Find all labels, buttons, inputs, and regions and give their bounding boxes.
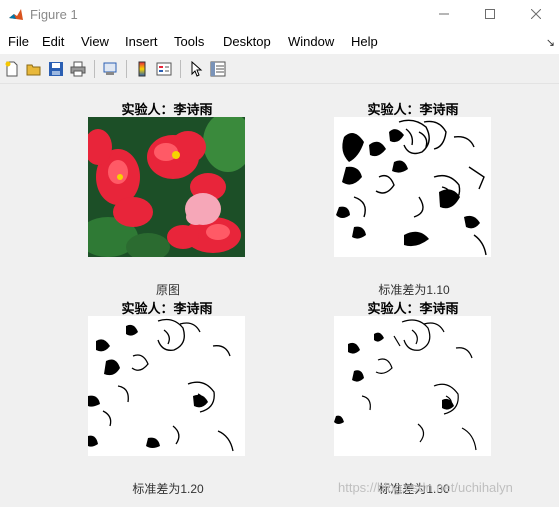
menu-file[interactable]: File [8, 34, 29, 49]
menu-desktop[interactable]: Desktop [223, 34, 271, 49]
maximize-icon [485, 6, 495, 24]
close-icon [530, 6, 542, 24]
subplot-title: 实验人：李诗雨 [367, 302, 459, 317]
toolbar-separator [180, 60, 181, 78]
print-icon[interactable] [68, 59, 88, 79]
watermark-text: https://blog.csdn.net/uchihalyn [338, 480, 513, 495]
minimize-button[interactable] [421, 0, 467, 30]
menu-insert[interactable]: Insert [125, 34, 158, 49]
close-button[interactable] [513, 0, 559, 30]
edge-image-sigma-130 [334, 316, 491, 456]
window-title: Figure 1 [30, 7, 78, 22]
menu-bar: File Edit View Insert Tools Desktop Wind… [0, 30, 559, 54]
pointer-icon[interactable] [186, 59, 206, 79]
subplot-title: 实验人：李诗雨 [367, 103, 459, 118]
edge-image-sigma-120 [88, 316, 245, 456]
toolbar-separator [126, 60, 127, 78]
toolbar [0, 55, 559, 84]
title-bar: Figure 1 [0, 0, 559, 30]
minimize-icon [439, 6, 449, 24]
toolbar-separator [94, 60, 95, 78]
menu-edit[interactable]: Edit [42, 34, 64, 49]
legend-icon[interactable] [154, 59, 174, 79]
subplot-title: 实验人：李诗雨 [121, 302, 213, 317]
maximize-button[interactable] [467, 0, 513, 30]
dock-arrow-icon[interactable]: ↘ [546, 36, 555, 49]
subplot-xlabel: 标准差为1.10 [378, 283, 450, 297]
subplot-xlabel: 标准差为1.20 [132, 482, 204, 496]
subplot-title: 实验人：李诗雨 [121, 103, 213, 118]
matlab-logo-icon [8, 7, 24, 23]
menu-tools[interactable]: Tools [174, 34, 204, 49]
colorbar-icon[interactable] [132, 59, 152, 79]
menu-window[interactable]: Window [288, 34, 334, 49]
edge-image-sigma-110 [334, 117, 491, 257]
property-inspector-icon[interactable] [208, 59, 228, 79]
open-file-icon[interactable] [24, 59, 44, 79]
save-icon[interactable] [46, 59, 66, 79]
menu-help[interactable]: Help [351, 34, 378, 49]
new-figure-icon[interactable] [2, 59, 22, 79]
menu-view[interactable]: View [81, 34, 109, 49]
subplot-xlabel: 原图 [155, 283, 180, 297]
original-flower-image [88, 117, 245, 257]
print-preview-icon[interactable] [100, 59, 120, 79]
